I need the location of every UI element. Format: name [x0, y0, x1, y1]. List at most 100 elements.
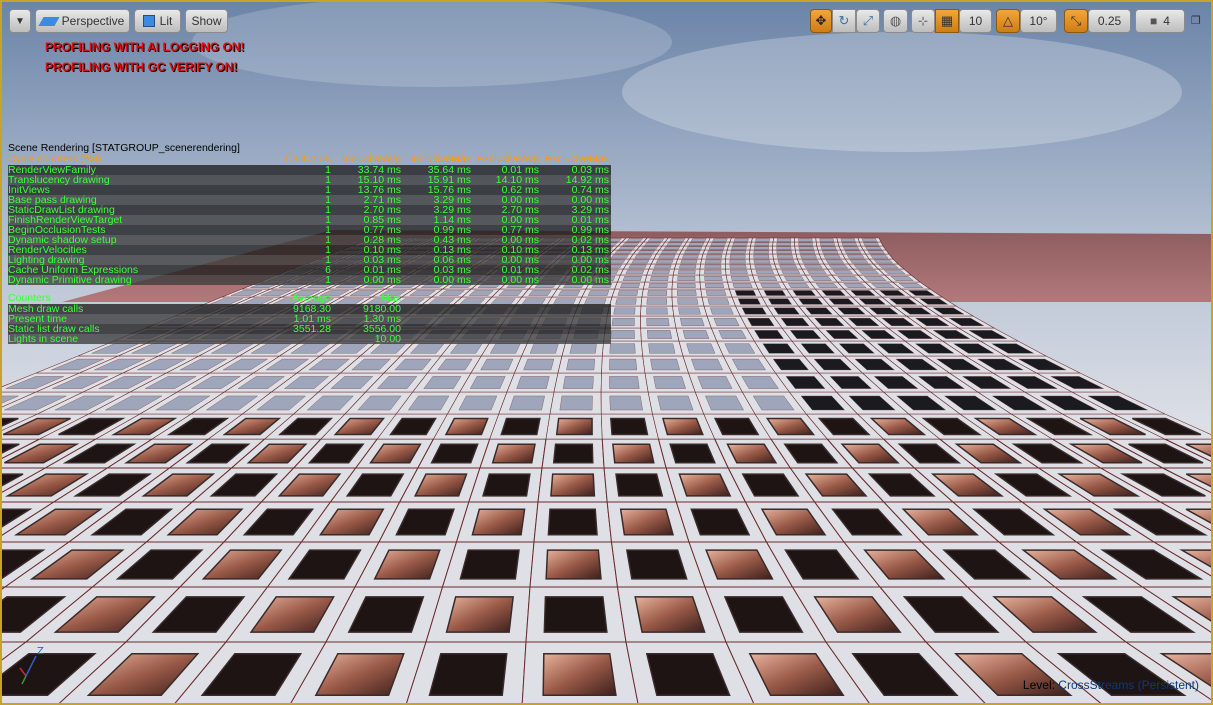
- tile-pad: [763, 290, 787, 296]
- view-mode-button[interactable]: Lit: [134, 9, 181, 33]
- level-viewport[interactable]: ▼ Perspective Lit Show ✥ ↻ ⤢ ◍ ⊹ ▦ 10 △ …: [0, 0, 1213, 705]
- tile-pad: [661, 417, 704, 436]
- coordinate-system-button[interactable]: ◍: [883, 9, 908, 33]
- tile-pad: [729, 254, 746, 259]
- tile-pad: [737, 298, 761, 305]
- tile-pad: [799, 250, 816, 254]
- tile-pad: [755, 269, 775, 275]
- tile-pad: [609, 376, 640, 389]
- camera-speed-button[interactable]: ■ 4: [1135, 9, 1185, 33]
- tile-pad: [873, 259, 894, 264]
- tile-pad: [707, 298, 730, 305]
- tile-pad: [562, 376, 594, 389]
- tile-pad: [798, 246, 814, 250]
- tile-pad: [653, 264, 672, 269]
- tile-pad: [704, 276, 723, 281]
- counter-cell-avg: [253, 334, 331, 344]
- tile-pad: [776, 242, 791, 246]
- tile-pad: [625, 269, 645, 275]
- tile-pad: [682, 254, 699, 259]
- tile-pad: [677, 283, 696, 288]
- tile-pad: [613, 307, 636, 315]
- tile-pad: [755, 238, 770, 242]
- rotate-icon: ↻: [838, 13, 850, 28]
- rotate-mode-button[interactable]: ↻: [832, 9, 856, 33]
- show-label: Show: [191, 14, 222, 28]
- scale-snap-toggle[interactable]: ⤡: [1064, 9, 1088, 33]
- tile-pad: [820, 242, 835, 246]
- tile-pad: [680, 259, 698, 264]
- cell-name: StaticDrawList drawing: [8, 205, 115, 215]
- tile-pad: [690, 238, 707, 242]
- tile-pad: [491, 443, 536, 464]
- tile-pad: [566, 358, 596, 371]
- tile-pad: [640, 246, 659, 250]
- scale-snap-value-dropdown[interactable]: 0.25: [1088, 9, 1131, 33]
- cell-count: 1: [325, 204, 331, 216]
- tile-pad: [646, 298, 667, 305]
- cell-count: 1: [325, 214, 331, 226]
- tile-pad: [666, 242, 683, 246]
- grid-icon: ▦: [940, 13, 954, 28]
- tile-pad: [729, 269, 748, 275]
- rotation-snap-toggle[interactable]: △: [996, 9, 1020, 33]
- tile-pad: [649, 276, 669, 281]
- tile-pad: [779, 264, 798, 269]
- cell-name: RenderViewFamily: [8, 165, 96, 175]
- tile-pad: [663, 246, 681, 250]
- tile-pad: [679, 317, 705, 327]
- tile-pad: [626, 238, 644, 242]
- cube-icon: [142, 15, 155, 27]
- tile-pad: [798, 242, 813, 246]
- tile-pad: [878, 264, 899, 269]
- tile-pad: [677, 298, 699, 305]
- tile-pad: [841, 242, 857, 246]
- tile-pad: [800, 254, 817, 259]
- tile-pad: [858, 269, 880, 275]
- tile-pad: [815, 283, 839, 288]
- scale-mode-button[interactable]: ⤢: [856, 9, 880, 33]
- tile-pad: [828, 264, 849, 269]
- cell-name: InitViews: [8, 185, 50, 195]
- perspective-label: Perspective: [61, 14, 125, 28]
- tile-pad: [631, 259, 650, 264]
- tile-pad: [614, 250, 633, 254]
- tile-pad: [806, 269, 827, 275]
- cell-name: Lighting drawing: [8, 255, 85, 265]
- surface-snap-button[interactable]: ⊹: [911, 9, 935, 33]
- tile-pad: [620, 283, 640, 288]
- angle-icon: △: [1003, 13, 1013, 28]
- tile-pad: [657, 395, 694, 411]
- perspective-icon: [38, 16, 60, 26]
- maximize-viewport-icon[interactable]: ❐: [1191, 14, 1201, 27]
- tile-pad: [617, 290, 639, 296]
- tile-pad: [757, 276, 778, 281]
- tile-pad: [655, 259, 674, 264]
- counter-row: Lights in scene 10.00: [8, 334, 611, 344]
- tile-pad: [686, 343, 716, 354]
- cell-name: RenderVelocities: [8, 245, 87, 255]
- axis-gizmo: Z: [19, 646, 44, 685]
- perspective-button[interactable]: Perspective: [35, 9, 130, 33]
- grid-snap-toggle[interactable]: ▦: [935, 9, 959, 33]
- tile-pad: [705, 254, 723, 259]
- tile-pad: [550, 473, 596, 497]
- tile-pad: [611, 317, 635, 327]
- tile-pad: [819, 238, 835, 242]
- tile-pad: [777, 259, 795, 264]
- tile-pad: [516, 376, 550, 389]
- tile-pad: [731, 246, 747, 250]
- tile-pad: [459, 549, 520, 580]
- tile-pad: [545, 549, 602, 580]
- level-indicator: Level: CrossStreams (Persistent): [1023, 678, 1199, 692]
- rotation-snap-value-dropdown[interactable]: 10°: [1020, 9, 1057, 33]
- show-button[interactable]: Show: [185, 9, 228, 33]
- tile-pad: [650, 358, 681, 371]
- translate-mode-button[interactable]: ✥: [810, 9, 832, 33]
- tile-pad: [686, 246, 703, 250]
- axis-z-label: Z: [37, 646, 44, 657]
- viewport-options-button[interactable]: ▼: [9, 9, 31, 33]
- tile-pad: [840, 238, 856, 242]
- cell-count: 1: [325, 244, 331, 256]
- grid-snap-value-dropdown[interactable]: 10: [959, 9, 992, 33]
